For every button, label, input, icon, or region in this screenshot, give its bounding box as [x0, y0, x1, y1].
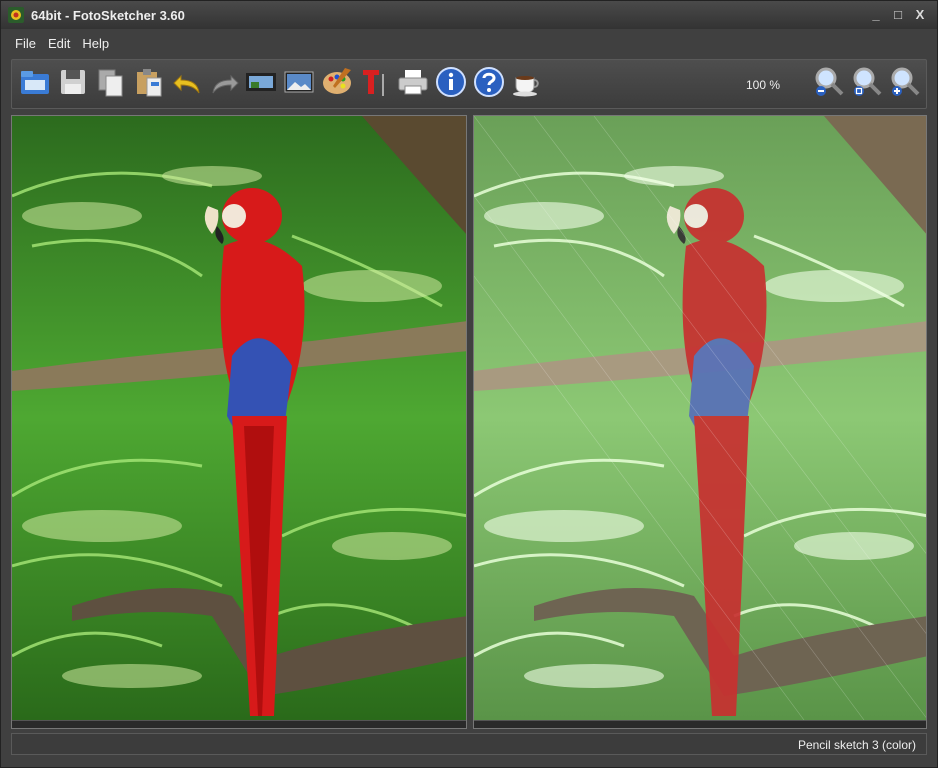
copy-button[interactable]	[94, 66, 128, 102]
left-horizontal-scrollbar[interactable]	[12, 720, 466, 728]
zoom-in-button[interactable]	[888, 66, 922, 102]
menu-edit[interactable]: Edit	[42, 32, 76, 55]
print-button[interactable]	[396, 66, 430, 102]
zoom-fit-button[interactable]	[850, 66, 884, 102]
print-icon	[398, 70, 428, 95]
help-icon	[474, 67, 504, 97]
open-icon	[21, 71, 49, 94]
window-title: 64bit - FotoSketcher 3.60	[31, 7, 185, 23]
help-button[interactable]	[472, 66, 506, 102]
paste-icon	[137, 69, 162, 97]
zoom-out-button[interactable]	[812, 66, 846, 102]
picture-icon	[284, 71, 314, 93]
picture-button[interactable]	[282, 66, 316, 102]
donate-button[interactable]	[510, 66, 544, 102]
info-button[interactable]	[434, 66, 468, 102]
app-logo-icon	[8, 7, 24, 23]
right-horizontal-scrollbar[interactable]	[474, 720, 926, 728]
batch-button[interactable]	[244, 66, 278, 102]
zoom-out-icon	[815, 67, 844, 96]
save-button[interactable]	[56, 66, 90, 102]
info-icon	[436, 67, 466, 97]
zoom-level: 100 %	[746, 78, 781, 92]
undo-button[interactable]	[170, 66, 204, 102]
toolbar: 100 %	[11, 59, 927, 109]
menu-file[interactable]: File	[9, 32, 42, 55]
zoom-fit-icon	[853, 67, 882, 96]
sketch-image-pane[interactable]	[473, 115, 927, 729]
redo-icon	[212, 74, 239, 94]
save-icon	[61, 70, 85, 94]
menu-bar: File Edit Help	[1, 29, 937, 57]
minimize-button[interactable]: _	[865, 5, 887, 23]
palette-button[interactable]	[320, 66, 354, 102]
redo-button[interactable]	[208, 66, 242, 102]
sketch-result	[474, 116, 926, 721]
close-button[interactable]: X	[909, 5, 931, 23]
effect-status: Pencil sketch 3 (color)	[797, 738, 916, 752]
palette-icon	[323, 68, 351, 94]
text-icon	[363, 70, 384, 96]
paste-button[interactable]	[132, 66, 166, 102]
original-image-pane[interactable]	[11, 115, 467, 729]
status-bar: Pencil sketch 3 (color)	[11, 733, 927, 755]
title-bar[interactable]: 64bit - FotoSketcher 3.60 _ □ X	[1, 1, 937, 29]
open-button[interactable]	[18, 66, 52, 102]
text-button[interactable]	[358, 66, 392, 102]
coffee-icon	[513, 76, 539, 97]
zoom-in-icon	[891, 67, 920, 96]
filmstrip-icon	[246, 73, 276, 91]
app-window: 64bit - FotoSketcher 3.60 _ □ X File Edi…	[0, 0, 938, 768]
undo-icon	[173, 74, 200, 94]
copy-icon	[98, 69, 123, 97]
original-photo	[12, 116, 466, 720]
menu-help[interactable]: Help	[76, 32, 115, 55]
maximize-button[interactable]: □	[887, 5, 909, 23]
